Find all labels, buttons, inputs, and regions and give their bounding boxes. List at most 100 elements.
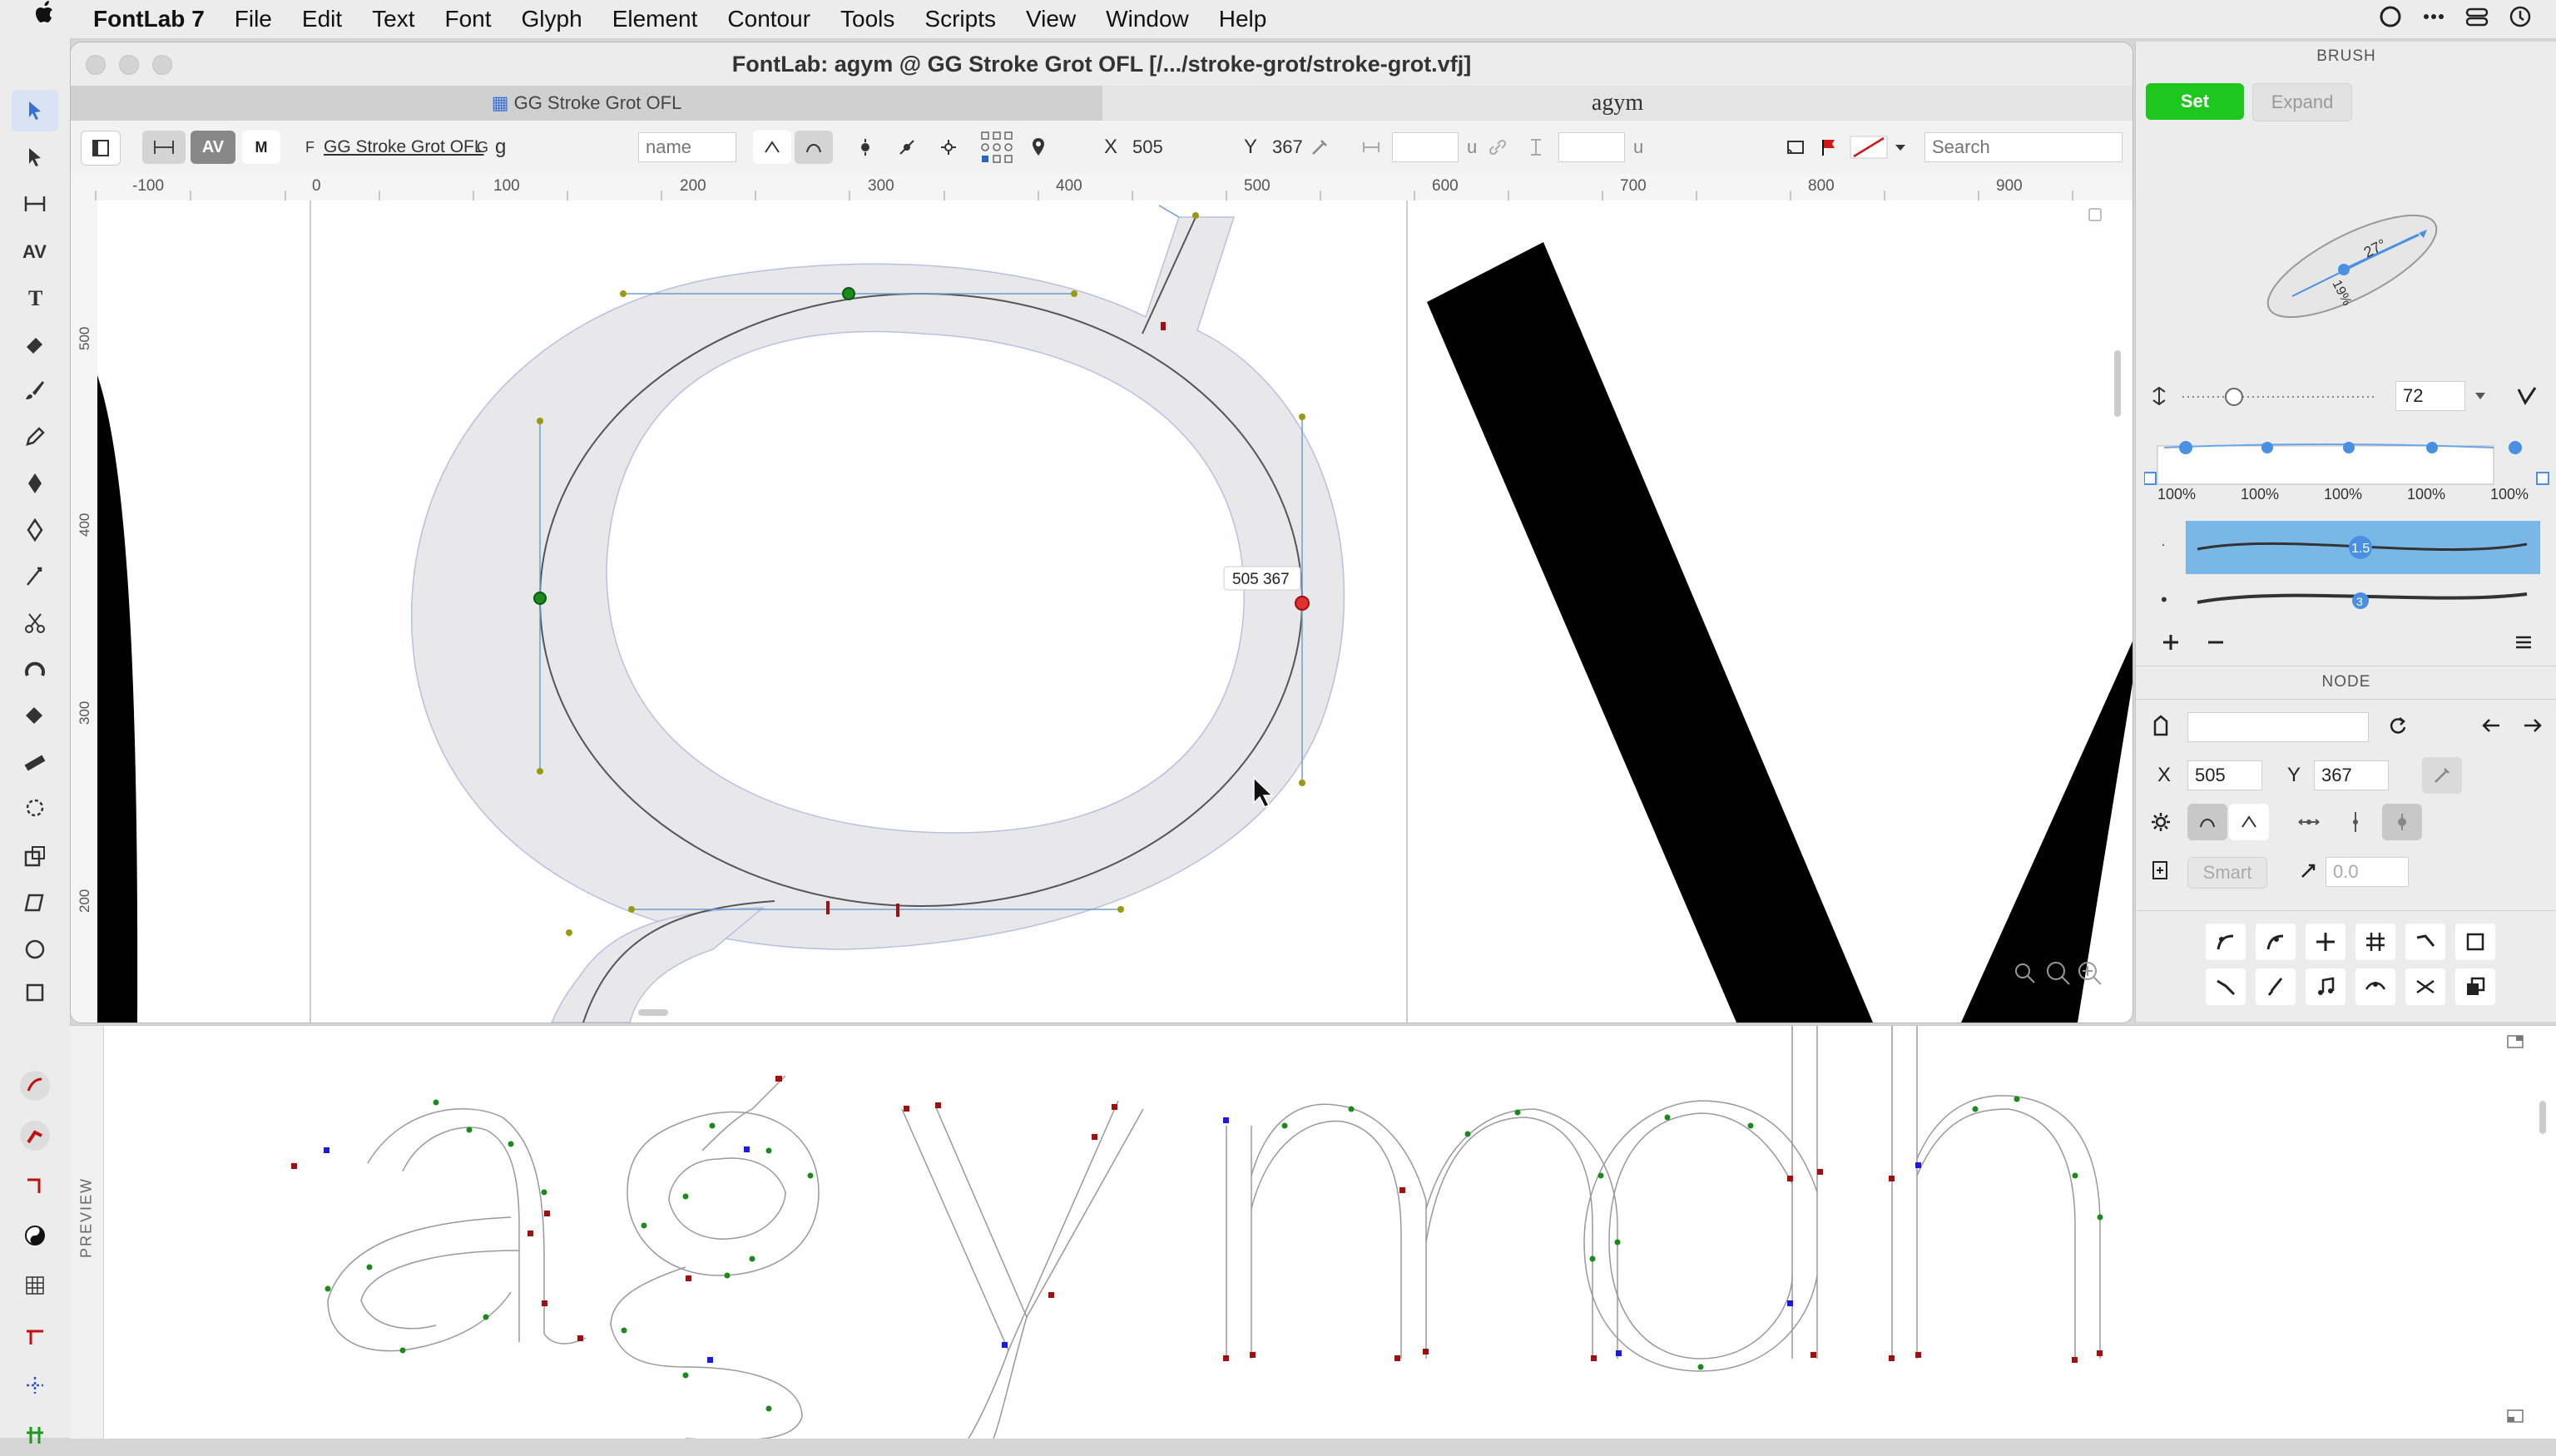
ink-trap-icon[interactable] bbox=[2206, 968, 2246, 1005]
ruler-tool-icon[interactable] bbox=[12, 742, 58, 784]
node-x-field[interactable]: 505 bbox=[2187, 760, 2262, 790]
menu-scripts[interactable]: Scripts bbox=[924, 0, 996, 38]
brush-node-icon[interactable] bbox=[2256, 968, 2296, 1005]
corner-node-type-icon[interactable] bbox=[2229, 804, 2269, 840]
next-node-icon[interactable] bbox=[2512, 707, 2552, 744]
close-contour-icon[interactable] bbox=[2455, 924, 2495, 960]
link-icon[interactable] bbox=[1485, 131, 1510, 164]
pen-tool-icon[interactable] bbox=[12, 463, 58, 504]
menu-view[interactable]: View bbox=[1026, 0, 1076, 38]
metrics-mode-icon[interactable] bbox=[142, 131, 186, 164]
stroke-tool-icon[interactable] bbox=[12, 1065, 58, 1107]
add-profile-icon[interactable] bbox=[2151, 624, 2191, 661]
width-field[interactable] bbox=[1392, 132, 1459, 162]
profile-list-item-selected[interactable]: 1.5 bbox=[2186, 521, 2540, 574]
brush-stroke-icon[interactable] bbox=[12, 1115, 58, 1156]
x-coordinate-field[interactable]: 505 bbox=[1126, 132, 1206, 162]
tab-text[interactable]: agym bbox=[1102, 86, 2132, 121]
duplicate-icon[interactable] bbox=[2455, 968, 2495, 1005]
preview-scrollbar[interactable] bbox=[2539, 1101, 2546, 1134]
height-field[interactable] bbox=[1558, 132, 1625, 162]
brush-tool-icon[interactable] bbox=[12, 369, 58, 411]
merge-nodes-icon[interactable] bbox=[2405, 968, 2445, 1005]
smooth-node-icon[interactable] bbox=[795, 131, 833, 164]
yinyang-icon[interactable] bbox=[12, 1215, 58, 1256]
menu-font[interactable]: Font bbox=[445, 0, 492, 38]
glyph-name-selector[interactable]: g bbox=[495, 131, 506, 164]
music-note-icon[interactable] bbox=[2306, 968, 2345, 1005]
clock-icon[interactable] bbox=[2508, 4, 2533, 35]
vertical-handles-icon[interactable] bbox=[2336, 804, 2375, 840]
canvas-corner-icon[interactable] bbox=[2088, 208, 2102, 221]
corner-node-icon[interactable] bbox=[753, 131, 791, 164]
tab-font-window[interactable]: ▦ GG Stroke Grot OFL bbox=[71, 86, 1102, 121]
font-name-selector[interactable]: GG Stroke Grot OFL bbox=[324, 131, 484, 164]
previous-node-icon[interactable] bbox=[2472, 707, 2512, 744]
menu-tools[interactable]: Tools bbox=[840, 0, 894, 38]
node-name-field[interactable] bbox=[2187, 712, 2369, 742]
expand-brush-button[interactable]: Expand bbox=[2252, 83, 2352, 121]
node-settings-gear-icon[interactable] bbox=[2141, 804, 2181, 840]
fill-tool-icon[interactable] bbox=[12, 696, 58, 737]
node-pick-icon[interactable] bbox=[2422, 757, 2462, 794]
pencil-tool-icon[interactable] bbox=[12, 416, 58, 458]
flag-icon[interactable] bbox=[1816, 131, 1841, 164]
menu-help[interactable]: Help bbox=[1219, 0, 1267, 38]
horizontal-scrollbar[interactable] bbox=[638, 1009, 668, 1016]
add-node-icon[interactable] bbox=[936, 131, 961, 164]
menu-contour[interactable]: Contour bbox=[727, 0, 810, 38]
contour-tool-icon[interactable] bbox=[12, 90, 58, 131]
lasso-tool-icon[interactable] bbox=[12, 789, 58, 830]
handles-retract-icon[interactable] bbox=[2355, 968, 2395, 1005]
metrics-tool-icon[interactable] bbox=[12, 183, 58, 225]
brush-shape-preview[interactable]: 27° 19% bbox=[2244, 183, 2460, 349]
kerning-mode-icon[interactable]: AV bbox=[191, 131, 235, 164]
magnet-tool-icon[interactable] bbox=[12, 649, 58, 691]
tension-field[interactable]: 0.0 bbox=[2326, 857, 2409, 887]
node-tag-icon[interactable] bbox=[2141, 707, 2181, 744]
corner-icon[interactable] bbox=[12, 1165, 58, 1206]
menu-element[interactable]: Element bbox=[612, 0, 698, 38]
control-center-icon[interactable] bbox=[2464, 4, 2489, 35]
preview-corner-icon[interactable] bbox=[2506, 1409, 2524, 1424]
status-circle-icon[interactable] bbox=[2378, 4, 2403, 35]
preview-expand-icon[interactable] bbox=[2506, 1034, 2524, 1049]
convert-smooth-icon[interactable] bbox=[2256, 924, 2296, 960]
node-type-icon[interactable] bbox=[853, 131, 878, 164]
menu-window[interactable]: Window bbox=[1106, 0, 1189, 38]
text-tool-icon[interactable]: T bbox=[12, 276, 58, 318]
node-y-field[interactable]: 367 bbox=[2314, 760, 2389, 790]
refresh-icon[interactable] bbox=[2377, 707, 2417, 744]
apple-menu-icon[interactable] bbox=[33, 0, 67, 38]
eraser-tool-icon[interactable] bbox=[12, 323, 58, 364]
horizontal-ruler[interactable]: -100 0 100 200 300 400 500 600 700 800 9… bbox=[71, 174, 2132, 201]
cast-icon[interactable] bbox=[1783, 131, 1808, 164]
menu-app-name[interactable]: FontLab 7 bbox=[93, 0, 205, 38]
shear-tool-icon[interactable] bbox=[12, 882, 58, 924]
rectangle-tool-icon[interactable] bbox=[12, 972, 58, 1013]
reference-point-icon[interactable] bbox=[978, 131, 1016, 164]
vertical-ruler[interactable]: 500 400 300 200 bbox=[71, 201, 98, 1023]
scale-tool-icon[interactable] bbox=[12, 835, 58, 877]
guide-green-icon[interactable] bbox=[12, 1414, 58, 1456]
more-dots-icon[interactable] bbox=[2421, 4, 2446, 35]
power-nib-icon[interactable] bbox=[12, 556, 58, 597]
glyph-g-outline[interactable] bbox=[411, 216, 1345, 1023]
stroke-color-dropdown[interactable] bbox=[1846, 131, 1913, 164]
y-coordinate-field[interactable]: 367 bbox=[1266, 132, 1345, 162]
genius-node-icon[interactable] bbox=[2382, 804, 2422, 840]
guide-red-icon[interactable] bbox=[12, 1315, 58, 1356]
node-name-input[interactable] bbox=[638, 132, 736, 162]
eyedropper-icon[interactable] bbox=[1307, 131, 1332, 164]
master-icon[interactable]: M bbox=[242, 131, 280, 164]
grid-icon[interactable] bbox=[12, 1265, 58, 1306]
convert-corner-icon[interactable] bbox=[2206, 924, 2246, 960]
remove-profile-icon[interactable] bbox=[2196, 624, 2236, 661]
add-smart-icon[interactable] bbox=[2141, 852, 2181, 889]
knife-tool-icon[interactable] bbox=[12, 602, 58, 644]
menu-text[interactable]: Text bbox=[372, 0, 414, 38]
smart-button[interactable]: Smart bbox=[2187, 857, 2267, 889]
guide-blue-icon[interactable] bbox=[12, 1364, 58, 1406]
profile-menu-icon[interactable] bbox=[2504, 624, 2544, 661]
handle-icon[interactable] bbox=[894, 131, 919, 164]
